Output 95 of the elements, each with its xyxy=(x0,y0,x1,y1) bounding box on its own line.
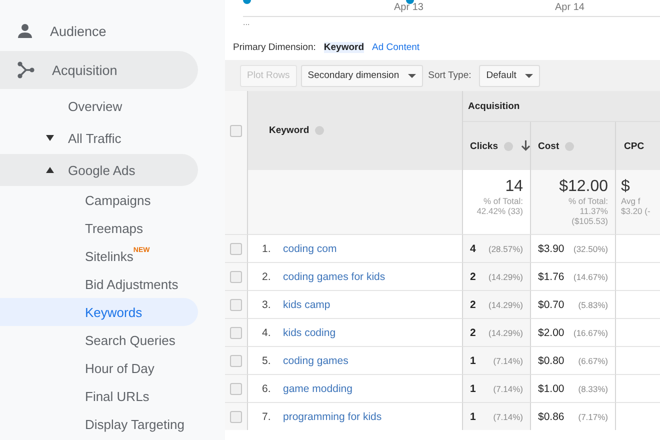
row-number: 5. xyxy=(262,354,272,366)
row-checkbox[interactable] xyxy=(230,410,242,422)
sort-type-label: Sort Type: xyxy=(428,70,472,81)
percent-label: (7.14%) xyxy=(493,384,523,394)
cell-value: 2 xyxy=(470,326,476,338)
dimension-link[interactable]: Keyword xyxy=(324,42,364,52)
total-value: $ xyxy=(621,178,630,196)
percent-label: (32.50%) xyxy=(574,244,608,254)
percent-label: (7.14%) xyxy=(493,356,523,366)
sidebar-item[interactable]: Final URLs xyxy=(0,382,198,410)
row-checkbox[interactable] xyxy=(230,298,242,310)
help-icon[interactable] xyxy=(504,142,513,150)
total-note: % of Total: 11.37% ($105.53) xyxy=(568,196,608,226)
dimension-link[interactable]: Ad Content xyxy=(372,42,420,52)
cell-value: 2 xyxy=(470,270,476,282)
percent-label: (14.29%) xyxy=(488,272,523,282)
sort-arrow-icon[interactable] xyxy=(520,140,530,152)
row-checkbox[interactable] xyxy=(230,242,242,254)
total-note: % of Total: 42.42% (33) xyxy=(476,196,523,216)
percent-label: (14.67%) xyxy=(574,272,608,282)
cell-value: $0.86 xyxy=(538,410,564,422)
keyword-link[interactable]: kids coding xyxy=(283,326,336,338)
sidebar-item[interactable]: Acquisition xyxy=(0,51,198,89)
column-group-header: Acquisition xyxy=(468,100,520,112)
sidebar-item[interactable]: Display Targeting xyxy=(0,410,198,438)
percent-label: (7.17%) xyxy=(578,412,608,422)
total-note: Avg f $3.20 (- xyxy=(621,196,650,216)
percent-label: (8.33%) xyxy=(578,384,608,394)
sidebar-item[interactable]: Google Ads xyxy=(0,154,198,186)
column-header[interactable]: Keyword xyxy=(269,125,310,136)
column-header[interactable]: Clicks xyxy=(470,140,498,152)
sidebar-item[interactable]: Treemaps xyxy=(0,214,198,242)
caret-icon xyxy=(46,167,54,173)
row-number: 2. xyxy=(262,270,272,282)
help-icon[interactable] xyxy=(315,126,324,135)
secondary-dimension-dropdown[interactable]: Secondary dimension xyxy=(300,64,424,86)
percent-label: (5.83%) xyxy=(578,300,608,310)
sidebar-item[interactable]: All Traffic xyxy=(0,122,198,154)
caret-icon xyxy=(525,74,534,78)
cell-value: 1 xyxy=(470,382,476,394)
cell-value: 2 xyxy=(470,298,476,310)
cell-value: $3.90 xyxy=(538,242,564,254)
sidebar-item[interactable]: Hour of Day xyxy=(0,354,198,382)
cell-value: 4 xyxy=(470,242,476,254)
caret-icon xyxy=(408,74,416,78)
sidebar-item[interactable]: Bid Adjustments xyxy=(0,270,198,298)
sidebar-item[interactable]: Sitelinks$^{NEW}$ xyxy=(0,242,198,270)
percent-label: (6.67%) xyxy=(578,356,608,366)
percent-label: (16.67%) xyxy=(574,328,608,338)
sidebar-item[interactable]: Overview xyxy=(0,90,198,122)
total-value: $12.00 xyxy=(559,178,608,196)
column-header[interactable]: Cost xyxy=(538,140,560,152)
person-icon xyxy=(17,23,33,39)
cell-value: $1.00 xyxy=(538,382,564,394)
row-checkbox[interactable] xyxy=(230,270,242,282)
percent-label: (28.57%) xyxy=(488,244,523,254)
row-checkbox[interactable] xyxy=(230,382,242,394)
sidebar-item[interactable]: Campaigns xyxy=(0,186,198,214)
row-checkbox[interactable] xyxy=(230,326,242,338)
keyword-link[interactable]: coding games xyxy=(283,354,348,366)
primary-dimension-label: Primary Dimension: xyxy=(233,42,316,52)
cell-value: 1 xyxy=(470,410,476,422)
row-number: 3. xyxy=(262,298,272,310)
keyword-link[interactable]: game modding xyxy=(283,382,352,394)
percent-label: (7.14%) xyxy=(493,412,523,422)
axis-label: Apr 13 xyxy=(394,2,424,13)
keyword-link[interactable]: kids camp xyxy=(283,298,330,310)
percent-label: (14.29%) xyxy=(488,328,523,338)
select-all-checkbox[interactable] xyxy=(230,124,242,136)
branch-icon xyxy=(17,61,35,79)
caret-icon xyxy=(46,135,54,141)
cell-value: $0.70 xyxy=(538,298,564,310)
sidebar-item[interactable]: Audience xyxy=(0,12,198,50)
axis-label: ... xyxy=(243,18,250,27)
sidebar-item[interactable]: Keywords xyxy=(0,298,198,326)
column-header[interactable]: CPC xyxy=(624,140,644,152)
keyword-link[interactable]: coding com xyxy=(283,242,337,254)
total-value: 14 xyxy=(505,178,523,196)
cell-value: $1.76 xyxy=(538,270,564,282)
sidebar-item[interactable]: Search Queries xyxy=(0,326,198,354)
sort-type-dropdown[interactable]: Default xyxy=(479,64,540,86)
row-number: 7. xyxy=(262,410,272,422)
cell-value: $0.80 xyxy=(538,354,564,366)
row-number: 6. xyxy=(262,382,272,394)
row-number: 4. xyxy=(262,326,272,338)
help-icon[interactable] xyxy=(565,142,574,150)
cell-value: 1 xyxy=(470,354,476,366)
keyword-link[interactable]: programming for kids xyxy=(283,410,382,422)
cell-value: $2.00 xyxy=(538,326,564,338)
row-number: 1. xyxy=(262,242,272,254)
row-checkbox[interactable] xyxy=(230,354,242,366)
percent-label: (14.29%) xyxy=(488,300,523,310)
new-label: NEW xyxy=(133,247,150,254)
keyword-link[interactable]: coding games for kids xyxy=(283,270,386,282)
axis-label: Apr 14 xyxy=(555,2,584,13)
